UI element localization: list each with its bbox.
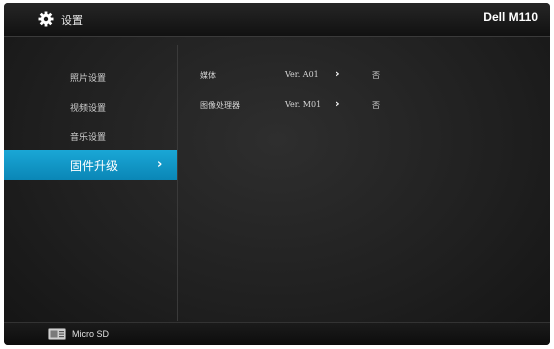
top-bar: 设置 Dell M110	[4, 3, 550, 37]
chevron-right-icon[interactable]: ›	[335, 67, 340, 80]
firmware-row-media[interactable]: 媒体 Ver. A01 › 否	[200, 66, 540, 86]
panel-divider	[177, 45, 178, 321]
menu-item-label: 音乐设置	[70, 133, 107, 143]
firmware-version: Ver. A01	[285, 70, 319, 79]
brand-label: Dell M110	[483, 10, 538, 24]
menu-item-music-settings[interactable]: 音乐设置	[4, 121, 177, 151]
gear-icon	[38, 11, 54, 27]
menu-item-photo-settings[interactable]: 照片设置	[4, 62, 177, 92]
menu-item-label: 固件升级	[70, 159, 119, 173]
menu-item-label: 视频设置	[70, 104, 107, 114]
chevron-right-icon[interactable]: ›	[335, 97, 340, 110]
chevron-right-icon: ›	[157, 157, 163, 172]
storage-source-label[interactable]: Micro SD	[72, 329, 109, 339]
firmware-row-image-processor[interactable]: 图像处理器 Ver. M01 › 否	[200, 96, 540, 116]
settings-window: 设置 Dell M110 照片设置 视频设置 音乐设置 固件升级 › 媒体 Ve…	[4, 3, 550, 345]
menu-item-video-settings[interactable]: 视频设置	[4, 92, 177, 122]
firmware-component-name: 图像处理器	[200, 101, 240, 110]
menu-item-label: 照片设置	[70, 74, 107, 84]
firmware-component-name: 媒体	[200, 71, 216, 80]
sd-card-icon	[48, 328, 66, 340]
menu-item-firmware-upgrade[interactable]: 固件升级 ›	[4, 150, 177, 180]
firmware-version: Ver. M01	[285, 100, 322, 109]
bottom-bar: Micro SD	[4, 322, 550, 345]
firmware-update-value: 否	[372, 101, 380, 110]
firmware-update-value: 否	[372, 71, 380, 80]
page-title: 设置	[61, 14, 83, 27]
